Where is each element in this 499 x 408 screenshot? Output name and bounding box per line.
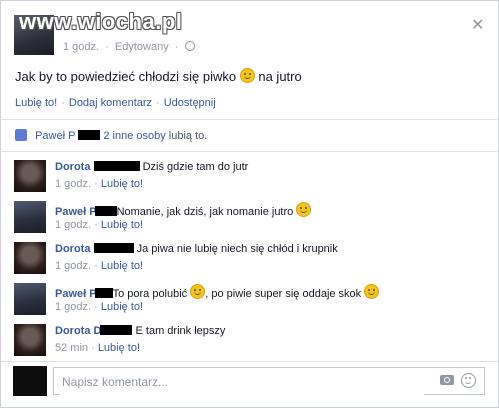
smile-emoji-icon [296,202,312,217]
liker-name[interactable]: Paweł P [35,130,101,142]
comment-like-button[interactable]: Lubię to! [101,260,143,272]
comment-text-after: , po piwie super się oddaje skok [205,288,362,300]
camera-icon[interactable] [440,375,454,385]
current-user-avatar [13,366,47,396]
divider [1,151,498,152]
comment-text: Dziś gdzie tam do jutr [142,161,249,173]
comment-meta: 1 godz. · Lubię to! [55,178,144,190]
comment-text: Nomanie, jak dziś, jak nomanie jutro [116,206,294,218]
comment-time[interactable]: 1 godz. [55,178,91,190]
comment-item: Paweł P To pora polubić , po piwie super … [13,283,488,321]
comment-like-button[interactable]: Lubię to! [101,178,143,190]
likes-summary: Paweł P 2 inne osoby lubią to. [15,129,207,142]
post-time[interactable]: 1 godz. [63,41,99,53]
action-separator: · [156,97,160,109]
comment-item: Dorota Ja piwa nie lubię niech się chłód… [13,242,488,280]
audience-icon[interactable] [184,41,195,51]
meta-separator: · [105,41,109,53]
comment-meta: 1 godz. · Lubię to! [55,301,144,313]
post-card: www.wiocha.pl ✕ 1 godz. · Edytowany · Ja… [0,0,499,408]
comment-time[interactable]: 1 godz. [55,301,91,313]
post-meta: 1 godz. · Edytowany · [63,41,198,53]
smile-emoji-icon [239,68,255,83]
comment-time[interactable]: 1 godz. [55,260,91,272]
comment-meta: 1 godz. · Lubię to! [55,260,144,272]
watermark-logo: www.wiocha.pl [19,9,183,34]
emoji-picker-icon[interactable] [461,373,476,388]
redaction-bar [94,288,113,298]
comment-like-button[interactable]: Lubię to! [101,219,143,231]
comment-text: Ja piwa nie lubię niech się chłód i krup… [136,243,338,255]
likes-suffix: lubią to. [168,130,208,142]
comment-text-before: To pora polubić [112,288,188,300]
comment-composer [1,353,498,407]
comment-item: Paweł P Nomanie, jak dziś, jak nomanie ju… [13,201,488,239]
divider [1,119,498,120]
comment-like-button[interactable]: Lubię to! [101,301,143,313]
commenter-avatar[interactable] [14,242,46,274]
post-edited-label[interactable]: Edytowany [115,41,169,53]
redaction-bar [93,161,140,171]
commenter-avatar[interactable] [14,283,46,315]
comment-author[interactable]: Dorota [55,161,90,173]
comment-author[interactable]: Paweł P [55,288,97,300]
comment-body: Dorota D E tam drink lepszy [55,325,225,337]
thumbs-up-icon [15,129,27,141]
close-icon[interactable]: ✕ [471,15,484,35]
comment-body: Dorota Dziś gdzie tam do jutr [55,161,248,173]
comment-author[interactable]: Dorota D [55,325,101,337]
redaction-bar [100,325,133,335]
smile-emoji-icon [364,284,380,299]
comment-input[interactable] [60,369,424,395]
commenter-avatar[interactable] [14,160,46,192]
post-text-after: na jutro [258,69,302,84]
share-button[interactable]: Udostępnij [164,97,216,109]
meta-separator: · [174,41,179,53]
comment-text: E tam drink lepszy [135,325,226,337]
commenter-avatar[interactable] [14,324,46,356]
post-text: Jak by to powiedzieć chłodzi się piwko n… [15,68,302,84]
comment-author[interactable]: Dorota [55,243,90,255]
post-text-before: Jak by to powiedzieć chłodzi się piwko [15,69,237,84]
commenter-avatar[interactable] [14,201,46,233]
add-comment-button[interactable]: Dodaj komentarz [69,97,152,109]
redaction-bar [94,206,117,216]
like-button[interactable]: Lubię to! [15,97,57,109]
comment-body: Paweł P Nomanie, jak dziś, jak nomanie ju… [55,202,312,218]
comment-time[interactable]: 1 godz. [55,219,91,231]
comment-author[interactable]: Paweł P [55,206,97,218]
redaction-bar [78,130,101,140]
comment-meta: 1 godz. · Lubię to! [55,219,144,231]
comment-input-box [53,367,485,395]
comment-item: Dorota Dziś gdzie tam do jutr 1 godz. · … [13,160,488,198]
comment-body: Dorota Ja piwa nie lubię niech się chłód… [55,243,338,255]
comment-body: Paweł P To pora polubić , po piwie super … [55,284,380,300]
other-likers-link[interactable]: 2 inne osoby [103,130,165,142]
post-actions: Lubię to! · Dodaj komentarz · Udostępnij [15,97,216,109]
action-separator: · [61,97,65,109]
smile-emoji-icon [190,284,206,299]
redaction-bar [93,243,134,253]
liker-name-text: Paweł P [35,130,76,142]
